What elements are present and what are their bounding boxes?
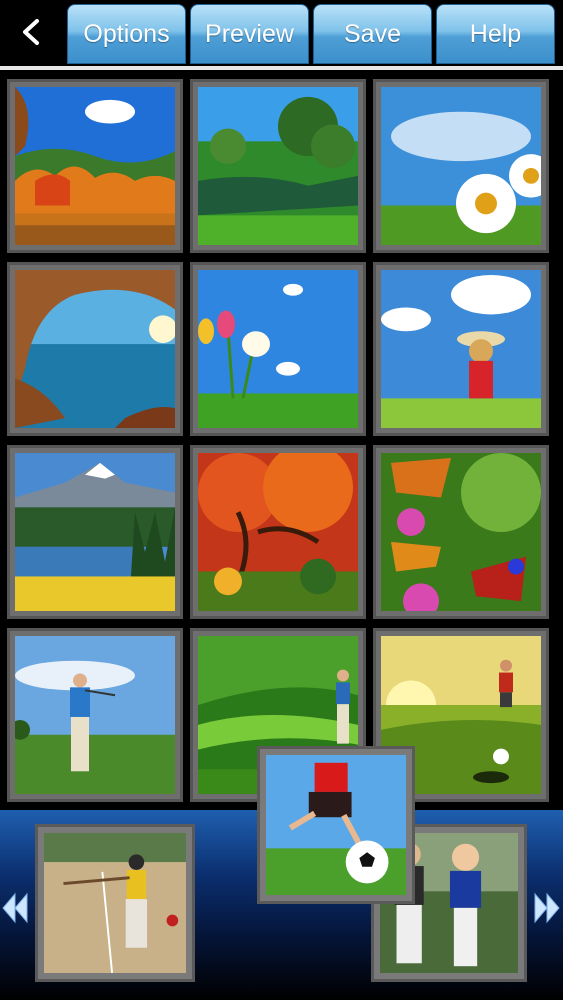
tray-photo-baseball-batter[interactable] bbox=[35, 824, 195, 982]
thumbnail-mountain-lake[interactable] bbox=[7, 445, 183, 619]
mountain-lake-photo bbox=[15, 453, 175, 611]
soccer-kick-photo bbox=[266, 755, 406, 895]
green-pond-photo bbox=[198, 87, 358, 245]
back-button[interactable] bbox=[0, 0, 62, 64]
scroll-left-button[interactable] bbox=[0, 888, 30, 928]
thumbnail-golfer[interactable] bbox=[7, 628, 183, 802]
thumbnail-red-tree[interactable] bbox=[190, 445, 366, 619]
toolbar-divider bbox=[0, 66, 563, 70]
thumbnail-daisy-sky[interactable] bbox=[373, 79, 549, 253]
sea-cave-photo bbox=[15, 270, 175, 428]
autumn-lake-photo bbox=[15, 87, 175, 245]
scroll-right-button[interactable] bbox=[532, 888, 562, 928]
tab-options[interactable]: Options bbox=[67, 4, 186, 64]
thumbnail-girl-meadow[interactable] bbox=[373, 262, 549, 436]
golfer-photo bbox=[15, 636, 175, 794]
red-tree-photo bbox=[198, 453, 358, 611]
thumbnail-autumn-lake[interactable] bbox=[7, 79, 183, 253]
thumbnail-tulips-sky[interactable] bbox=[190, 262, 366, 436]
thumbnail-sea-cave[interactable] bbox=[7, 262, 183, 436]
tab-preview[interactable]: Preview bbox=[190, 4, 309, 64]
tab-save[interactable]: Save bbox=[313, 4, 432, 64]
thumbnail-green-pond[interactable] bbox=[190, 79, 366, 253]
butterflies-photo bbox=[381, 453, 541, 611]
tulips-sky-photo bbox=[198, 270, 358, 428]
tab-help[interactable]: Help bbox=[436, 4, 555, 64]
girl-meadow-photo bbox=[381, 270, 541, 428]
baseball-batter-photo bbox=[44, 833, 186, 973]
back-chevron-icon bbox=[23, 19, 39, 45]
daisy-sky-photo bbox=[381, 87, 541, 245]
tray-photo-soccer-kick[interactable] bbox=[257, 746, 415, 904]
double-right-arrow-icon bbox=[534, 892, 560, 924]
top-toolbar: Options Preview Save Help bbox=[0, 0, 563, 66]
double-left-arrow-icon bbox=[2, 892, 28, 924]
thumbnail-butterflies[interactable] bbox=[373, 445, 549, 619]
